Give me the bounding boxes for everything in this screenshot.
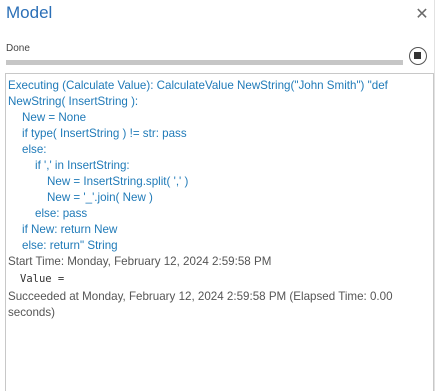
log-line-code: New = '_'.join( New ) — [47, 191, 153, 204]
close-icon[interactable]: ✕ — [414, 6, 430, 22]
messages-panel[interactable]: Executing (Calculate Value): CalculateVa… — [5, 73, 434, 391]
log-line-succeeded-2: seconds) — [8, 306, 56, 319]
log-line-code: if New: return New — [22, 223, 118, 236]
log-line-execute-1: Executing (Calculate Value): CalculateVa… — [8, 79, 388, 92]
progress-bar — [6, 60, 403, 65]
log-line-code: if type( InsertString ) != str: pass — [22, 127, 187, 140]
progress-bar-fill — [6, 60, 403, 65]
log-line-code: else: return" String — [22, 239, 118, 252]
log-line-start-time: Start Time: Monday, February 12, 2024 2:… — [8, 255, 272, 268]
title-bar: Model ✕ — [0, 0, 440, 30]
log-line-succeeded-1: Succeeded at Monday, February 12, 2024 2… — [8, 290, 393, 303]
dialog-title: Model — [6, 3, 53, 22]
stop-icon — [414, 52, 421, 59]
model-dialog: Model ✕ Done Executing (Calculate Value)… — [0, 0, 440, 391]
log-line-value: Value = — [20, 273, 65, 285]
log-line-code: else: pass — [35, 207, 88, 220]
log-line-code: New = InsertString.split( ',' ) — [47, 175, 189, 188]
stop-button[interactable] — [409, 47, 427, 65]
window-edge — [434, 0, 440, 391]
log-line-code: if ',' in InsertString: — [35, 159, 130, 172]
log-line-code: New = None — [22, 111, 87, 124]
log-line-execute-2: NewString( InsertString ): — [8, 95, 139, 108]
log-line-code: else: — [22, 143, 47, 156]
progress-status-label: Done — [6, 43, 30, 54]
